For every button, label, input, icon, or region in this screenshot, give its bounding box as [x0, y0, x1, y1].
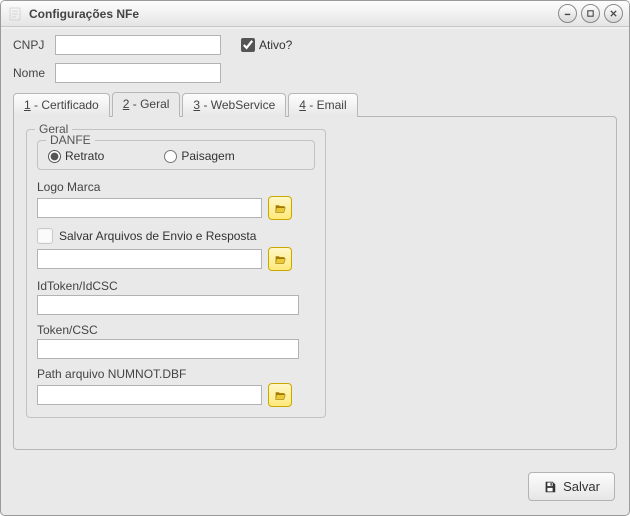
nome-row: Nome [13, 63, 617, 83]
ativo-label: Ativo? [259, 38, 292, 52]
salvar-arquivos-label: Salvar Arquivos de Envio e Resposta [59, 229, 256, 243]
logo-row: Logo Marca [37, 180, 315, 220]
token-field[interactable] [37, 339, 299, 359]
group-danfe-title: DANFE [46, 133, 95, 147]
logo-browse-button[interactable] [268, 196, 292, 220]
close-button[interactable] [604, 4, 623, 23]
radio-paisagem[interactable]: Paisagem [164, 149, 234, 163]
tab-email[interactable]: 4 - Email [288, 93, 357, 117]
numnot-label: Path arquivo NUMNOT.DBF [37, 367, 315, 381]
salvar-arquivos-checkbox[interactable] [37, 228, 53, 244]
group-geral: Geral DANFE Retrato Paisagem Logo Marca [26, 129, 326, 418]
save-button-label: Salvar [563, 479, 600, 494]
logo-field[interactable] [37, 198, 262, 218]
window-frame: Configurações NFe CNPJ Ativo? Nome [0, 0, 630, 516]
group-danfe: DANFE Retrato Paisagem [37, 140, 315, 170]
tab-geral[interactable]: 2 - Geral [112, 92, 181, 117]
tab-page-geral: Geral DANFE Retrato Paisagem Logo Marca [13, 116, 617, 450]
logo-label: Logo Marca [37, 180, 315, 194]
maximize-button[interactable] [581, 4, 600, 23]
footer: Salvar [528, 472, 615, 501]
window-title: Configurações NFe [29, 7, 139, 21]
folder-open-icon [274, 202, 287, 215]
nome-label: Nome [13, 66, 55, 80]
ativo-checkbox[interactable]: Ativo? [241, 38, 292, 52]
app-icon [7, 6, 23, 22]
cnpj-row: CNPJ Ativo? [13, 35, 617, 55]
radio-retrato-input[interactable] [48, 150, 61, 163]
folder-open-icon [274, 253, 287, 266]
salvar-arquivos-field[interactable] [37, 249, 262, 269]
idtoken-row: IdToken/IdCSC [37, 279, 315, 315]
cnpj-field[interactable] [55, 35, 221, 55]
salvar-arq-row: Salvar Arquivos de Envio e Resposta [37, 228, 315, 271]
title-bar: Configurações NFe [1, 1, 629, 27]
minimize-button[interactable] [558, 4, 577, 23]
folder-open-icon [274, 389, 287, 402]
tab-webservice[interactable]: 3 - WebService [182, 93, 286, 117]
ativo-checkbox-input[interactable] [241, 38, 255, 52]
tabs: 1 - Certificado 2 - Geral 3 - WebService… [13, 91, 617, 116]
close-icon [609, 9, 618, 18]
numnot-browse-button[interactable] [268, 383, 292, 407]
salvar-arquivos-browse-button[interactable] [268, 247, 292, 271]
numnot-row: Path arquivo NUMNOT.DBF [37, 367, 315, 407]
radio-paisagem-label: Paisagem [181, 149, 234, 163]
tab-certificado[interactable]: 1 - Certificado [13, 93, 110, 117]
token-label: Token/CSC [37, 323, 315, 337]
idtoken-label: IdToken/IdCSC [37, 279, 315, 293]
radio-retrato[interactable]: Retrato [48, 149, 104, 163]
radio-retrato-label: Retrato [65, 149, 104, 163]
idtoken-field[interactable] [37, 295, 299, 315]
maximize-icon [586, 9, 595, 18]
save-button[interactable]: Salvar [528, 472, 615, 501]
minimize-icon [563, 9, 572, 18]
save-icon [543, 480, 557, 494]
cnpj-label: CNPJ [13, 38, 55, 52]
window-controls [558, 4, 623, 23]
radio-paisagem-input[interactable] [164, 150, 177, 163]
token-row: Token/CSC [37, 323, 315, 359]
nome-field[interactable] [55, 63, 221, 83]
numnot-field[interactable] [37, 385, 262, 405]
